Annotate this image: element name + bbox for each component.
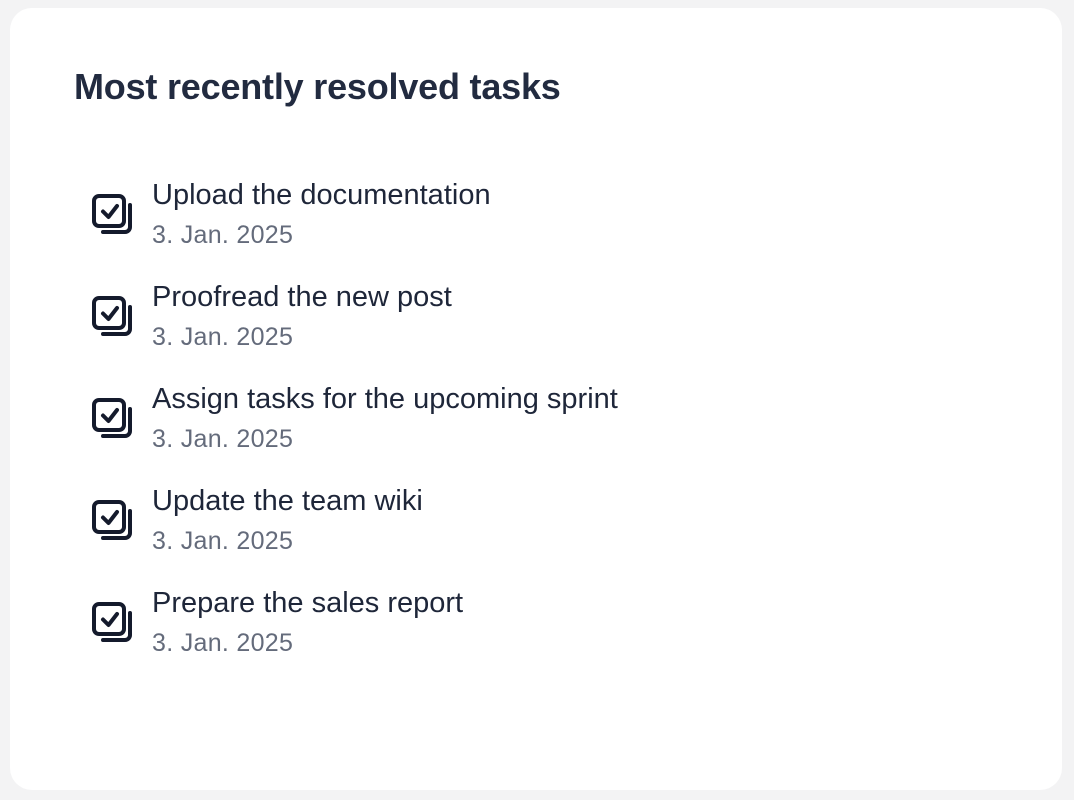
resolved-tasks-card: Most recently resolved tasks Upload the … xyxy=(10,8,1062,790)
checked-tasks-icon xyxy=(90,396,134,440)
checked-tasks-icon xyxy=(90,600,134,644)
task-title: Update the team wiki xyxy=(152,485,423,517)
task-text: Upload the documentation 3. Jan. 2025 xyxy=(152,179,491,250)
task-date: 3. Jan. 2025 xyxy=(152,629,294,657)
task-text: Assign tasks for the upcoming sprint 3. … xyxy=(152,383,618,454)
task-text: Update the team wiki 3. Jan. 2025 xyxy=(152,485,423,556)
checked-tasks-icon xyxy=(90,294,134,338)
task-date: 3. Jan. 2025 xyxy=(152,425,294,453)
task-date: 3. Jan. 2025 xyxy=(152,527,294,555)
task-text: Prepare the sales report 3. Jan. 2025 xyxy=(152,587,464,658)
checked-tasks-icon xyxy=(90,192,134,236)
task-title: Upload the documentation xyxy=(152,179,491,211)
task-date: 3. Jan. 2025 xyxy=(152,323,294,351)
task-title: Prepare the sales report xyxy=(152,587,464,619)
task-date: 3. Jan. 2025 xyxy=(152,221,294,249)
task-text: Proofread the new post 3. Jan. 2025 xyxy=(152,281,452,352)
card-title: Most recently resolved tasks xyxy=(74,66,561,107)
task-title: Assign tasks for the upcoming sprint xyxy=(152,383,618,415)
task-title: Proofread the new post xyxy=(152,281,452,313)
checked-tasks-icon xyxy=(90,498,134,542)
